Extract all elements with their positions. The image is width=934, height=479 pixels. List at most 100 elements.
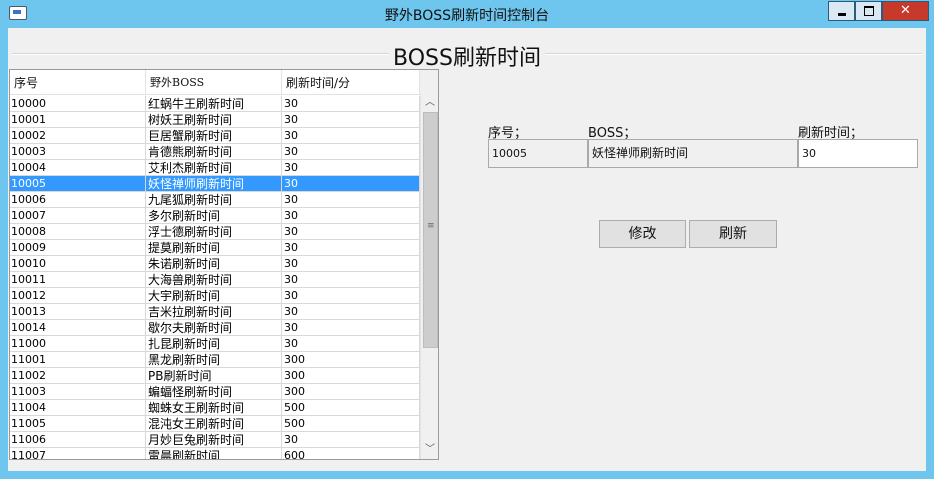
cell-id: 11001	[10, 352, 146, 368]
table-body: 10000 红蜗牛王刷新时间 30 10001 树妖王刷新时间 30 10002 巨居蟹刷新时…	[10, 96, 420, 459]
cell-boss: 蝙蝠怪刷新时间	[146, 384, 282, 400]
minimize-button[interactable]	[828, 1, 855, 21]
cell-boss: 蜘蛛女王刷新时间	[146, 400, 282, 416]
table-row[interactable]: 10005 妖怪禅师刷新时间 30	[10, 176, 420, 192]
cell-boss: 九尾狐刷新时间	[146, 192, 282, 208]
cell-boss: 浮士德刷新时间	[146, 224, 282, 240]
table-row[interactable]: 10012 大宇刷新时间 30	[10, 288, 420, 304]
cell-id: 11006	[10, 432, 146, 448]
table-row[interactable]: 11003 蝙蝠怪刷新时间 300	[10, 384, 420, 400]
cell-boss: 多尔刷新时间	[146, 208, 282, 224]
table-row[interactable]: 11007 雷晨刷新时间 600	[10, 448, 420, 459]
close-button[interactable]: ✕	[882, 1, 929, 21]
header-time[interactable]: 刷新时间/分	[282, 70, 420, 94]
header-id[interactable]: 序号	[10, 70, 146, 94]
id-field: 10005	[488, 139, 588, 168]
cell-id: 10009	[10, 240, 146, 256]
cell-time: 30	[282, 256, 420, 272]
table-row[interactable]: 10002 巨居蟹刷新时间 30	[10, 128, 420, 144]
cell-boss: 雷晨刷新时间	[146, 448, 282, 459]
cell-boss: 大宇刷新时间	[146, 288, 282, 304]
modify-button[interactable]: 修改	[599, 220, 686, 248]
cell-boss: 肯德熊刷新时间	[146, 144, 282, 160]
table-row[interactable]: 10004 艾利杰刷新时间 30	[10, 160, 420, 176]
table-row[interactable]: 11000 扎昆刷新时间 30	[10, 336, 420, 352]
table-row[interactable]: 10011 大海兽刷新时间 30	[10, 272, 420, 288]
table-row[interactable]: 10014 歇尔夫刷新时间 30	[10, 320, 420, 336]
cell-id: 11000	[10, 336, 146, 352]
cell-id: 11002	[10, 368, 146, 384]
cell-boss: 扎昆刷新时间	[146, 336, 282, 352]
header-filler	[420, 70, 438, 95]
cell-time: 300	[282, 368, 420, 384]
cell-id: 10012	[10, 288, 146, 304]
table-row[interactable]: 10000 红蜗牛王刷新时间 30	[10, 96, 420, 112]
table-row[interactable]: 10010 朱诺刷新时间 30	[10, 256, 420, 272]
table-row[interactable]: 11004 蜘蛛女王刷新时间 500	[10, 400, 420, 416]
cell-time: 30	[282, 336, 420, 352]
cell-id: 11005	[10, 416, 146, 432]
table-row[interactable]: 10008 浮士德刷新时间 30	[10, 224, 420, 240]
table-row[interactable]: 11001 黑龙刷新时间 300	[10, 352, 420, 368]
cell-boss: 歇尔夫刷新时间	[146, 320, 282, 336]
page-title-wrap: BOSS刷新时间	[8, 40, 926, 72]
table-row[interactable]: 10007 多尔刷新时间 30	[10, 208, 420, 224]
page-title: BOSS刷新时间	[389, 46, 545, 71]
table-row[interactable]: 11006 月妙巨兔刷新时间 30	[10, 432, 420, 448]
maximize-button[interactable]	[855, 1, 882, 21]
cell-boss: 月妙巨兔刷新时间	[146, 432, 282, 448]
cell-id: 10011	[10, 272, 146, 288]
cell-id: 10000	[10, 96, 146, 112]
cell-time: 30	[282, 160, 420, 176]
table-row[interactable]: 10013 吉米拉刷新时间 30	[10, 304, 420, 320]
table-header: 序号 野外BOSS 刷新时间/分	[10, 70, 420, 95]
cell-boss: 吉米拉刷新时间	[146, 304, 282, 320]
cell-time: 30	[282, 144, 420, 160]
cell-time: 30	[282, 176, 420, 192]
table-row[interactable]: 10006 九尾狐刷新时间 30	[10, 192, 420, 208]
cell-boss: PB刷新时间	[146, 368, 282, 384]
refresh-button[interactable]: 刷新	[689, 220, 777, 248]
vertical-scrollbar[interactable]: ︿ ≡ ﹀	[420, 94, 438, 459]
cell-id: 10002	[10, 128, 146, 144]
client-area: BOSS刷新时间 序号 野外BOSS 刷新时间/分 10000 红蜗牛王刷新时间 3…	[8, 28, 926, 471]
cell-time: 500	[282, 400, 420, 416]
cell-boss: 巨居蟹刷新时间	[146, 128, 282, 144]
cell-id: 10010	[10, 256, 146, 272]
boss-table[interactable]: 序号 野外BOSS 刷新时间/分 10000 红蜗牛王刷新时间 30 10001 树妖王…	[9, 69, 439, 460]
table-row[interactable]: 10009 提莫刷新时间 30	[10, 240, 420, 256]
grip-icon: ≡	[427, 221, 435, 231]
table-row[interactable]: 11002 PB刷新时间 300	[10, 368, 420, 384]
cell-time: 30	[282, 288, 420, 304]
cell-time: 30	[282, 208, 420, 224]
cell-time: 30	[282, 112, 420, 128]
cell-boss: 混沌女王刷新时间	[146, 416, 282, 432]
cell-id: 11007	[10, 448, 146, 459]
cell-boss: 提莫刷新时间	[146, 240, 282, 256]
cell-id: 10013	[10, 304, 146, 320]
cell-boss: 大海兽刷新时间	[146, 272, 282, 288]
table-row[interactable]: 10003 肯德熊刷新时间 30	[10, 144, 420, 160]
cell-id: 10001	[10, 112, 146, 128]
header-boss[interactable]: 野外BOSS	[146, 70, 282, 94]
title-bar[interactable]: 野外BOSS刷新时间控制台 ✕	[0, 0, 934, 28]
cell-boss: 艾利杰刷新时间	[146, 160, 282, 176]
cell-time: 30	[282, 96, 420, 112]
cell-id: 10004	[10, 160, 146, 176]
scroll-thumb[interactable]: ≡	[423, 112, 438, 348]
scroll-up-icon[interactable]: ︿	[422, 95, 438, 111]
cell-id: 10006	[10, 192, 146, 208]
time-input[interactable]: 30	[798, 139, 918, 168]
scroll-down-icon[interactable]: ﹀	[422, 442, 438, 458]
cell-time: 30	[282, 128, 420, 144]
cell-time: 300	[282, 384, 420, 400]
cell-id: 10014	[10, 320, 146, 336]
cell-id: 10003	[10, 144, 146, 160]
cell-time: 30	[282, 192, 420, 208]
table-row[interactable]: 10001 树妖王刷新时间 30	[10, 112, 420, 128]
table-row[interactable]: 11005 混沌女王刷新时间 500	[10, 416, 420, 432]
cell-boss: 黑龙刷新时间	[146, 352, 282, 368]
cell-time: 30	[282, 432, 420, 448]
cell-id: 11004	[10, 400, 146, 416]
cell-time: 300	[282, 352, 420, 368]
